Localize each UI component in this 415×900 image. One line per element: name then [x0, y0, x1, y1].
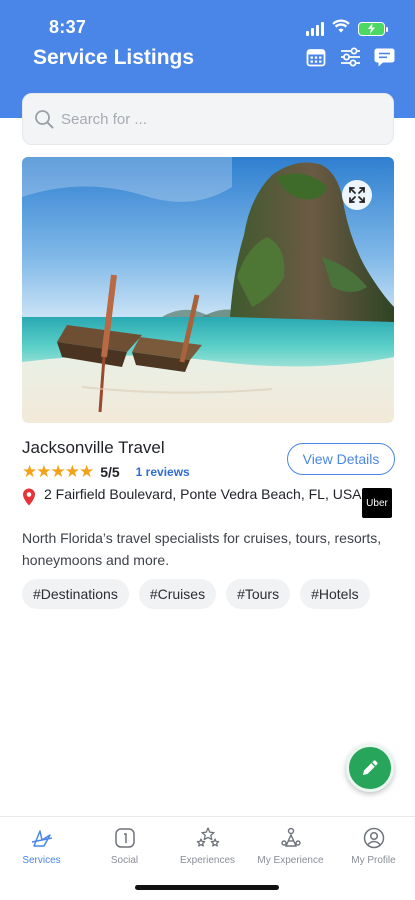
tag-chip[interactable]: #Tours: [226, 579, 291, 609]
tab-my-profile[interactable]: My Profile: [332, 825, 415, 866]
tab-my-experience[interactable]: My Experience: [249, 825, 332, 866]
tag-chip[interactable]: #Hotels: [300, 579, 370, 609]
tag-chip[interactable]: #Cruises: [138, 579, 217, 609]
tab-experiences[interactable]: Experiences: [166, 825, 249, 866]
status-icons: [306, 19, 388, 38]
home-indicator: [135, 885, 279, 890]
chat-icon[interactable]: [373, 46, 395, 68]
tab-label: Experiences: [179, 855, 236, 866]
rating-value: 5/5: [100, 464, 120, 480]
battery-icon: [358, 21, 388, 36]
filter-sliders-icon[interactable]: [339, 46, 361, 68]
social-icon: [112, 825, 138, 851]
calendar-icon[interactable]: [305, 46, 327, 68]
tab-label: Social: [110, 855, 139, 866]
star-rating-icon: ★★★★★: [22, 462, 94, 481]
search-bar[interactable]: [22, 93, 394, 145]
profile-icon: [361, 825, 387, 851]
compose-fab-button[interactable]: [346, 744, 394, 792]
pencil-icon: [363, 760, 378, 775]
tab-services[interactable]: Services: [0, 825, 83, 866]
address-text: 2 Fairfield Boulevard, Ponte Vedra Beach…: [44, 486, 362, 502]
tag-chip[interactable]: #Destinations: [22, 579, 129, 609]
experiences-icon: [195, 825, 221, 851]
tab-label: My Experience: [257, 855, 324, 866]
listing-title: Jacksonville Travel: [22, 438, 165, 457]
status-bar: 8:37: [0, 0, 415, 44]
beach-photo: [22, 157, 394, 423]
listing-description: North Florida’s travel specialists for c…: [22, 530, 382, 568]
reviews-link[interactable]: 1 reviews: [136, 465, 190, 479]
my-experience-icon: [278, 825, 304, 851]
wifi-icon: [332, 19, 350, 38]
tab-label: My Profile: [351, 855, 396, 866]
tag-list: #Destinations #Cruises #Tours #Hotels: [22, 579, 402, 609]
tab-label: Services: [22, 855, 61, 866]
tab-social[interactable]: Social: [83, 825, 166, 866]
search-input[interactable]: [61, 94, 393, 144]
uber-button[interactable]: Uber: [362, 488, 392, 518]
signal-icon: [306, 21, 324, 36]
address-row: 2 Fairfield Boulevard, Ponte Vedra Beach…: [22, 485, 362, 506]
location-pin-icon: [23, 488, 35, 506]
rating-row: ★★★★★ 5/5 1 reviews: [22, 462, 190, 482]
status-time: 8:37: [49, 17, 87, 37]
listing-image[interactable]: [22, 157, 394, 423]
expand-image-button[interactable]: [342, 180, 372, 210]
view-details-button[interactable]: View Details: [287, 443, 395, 475]
services-icon: [29, 825, 55, 851]
expand-icon: [349, 187, 365, 203]
search-icon: [33, 108, 55, 130]
header-actions: [305, 46, 395, 68]
page-title: Service Listings: [33, 46, 195, 69]
